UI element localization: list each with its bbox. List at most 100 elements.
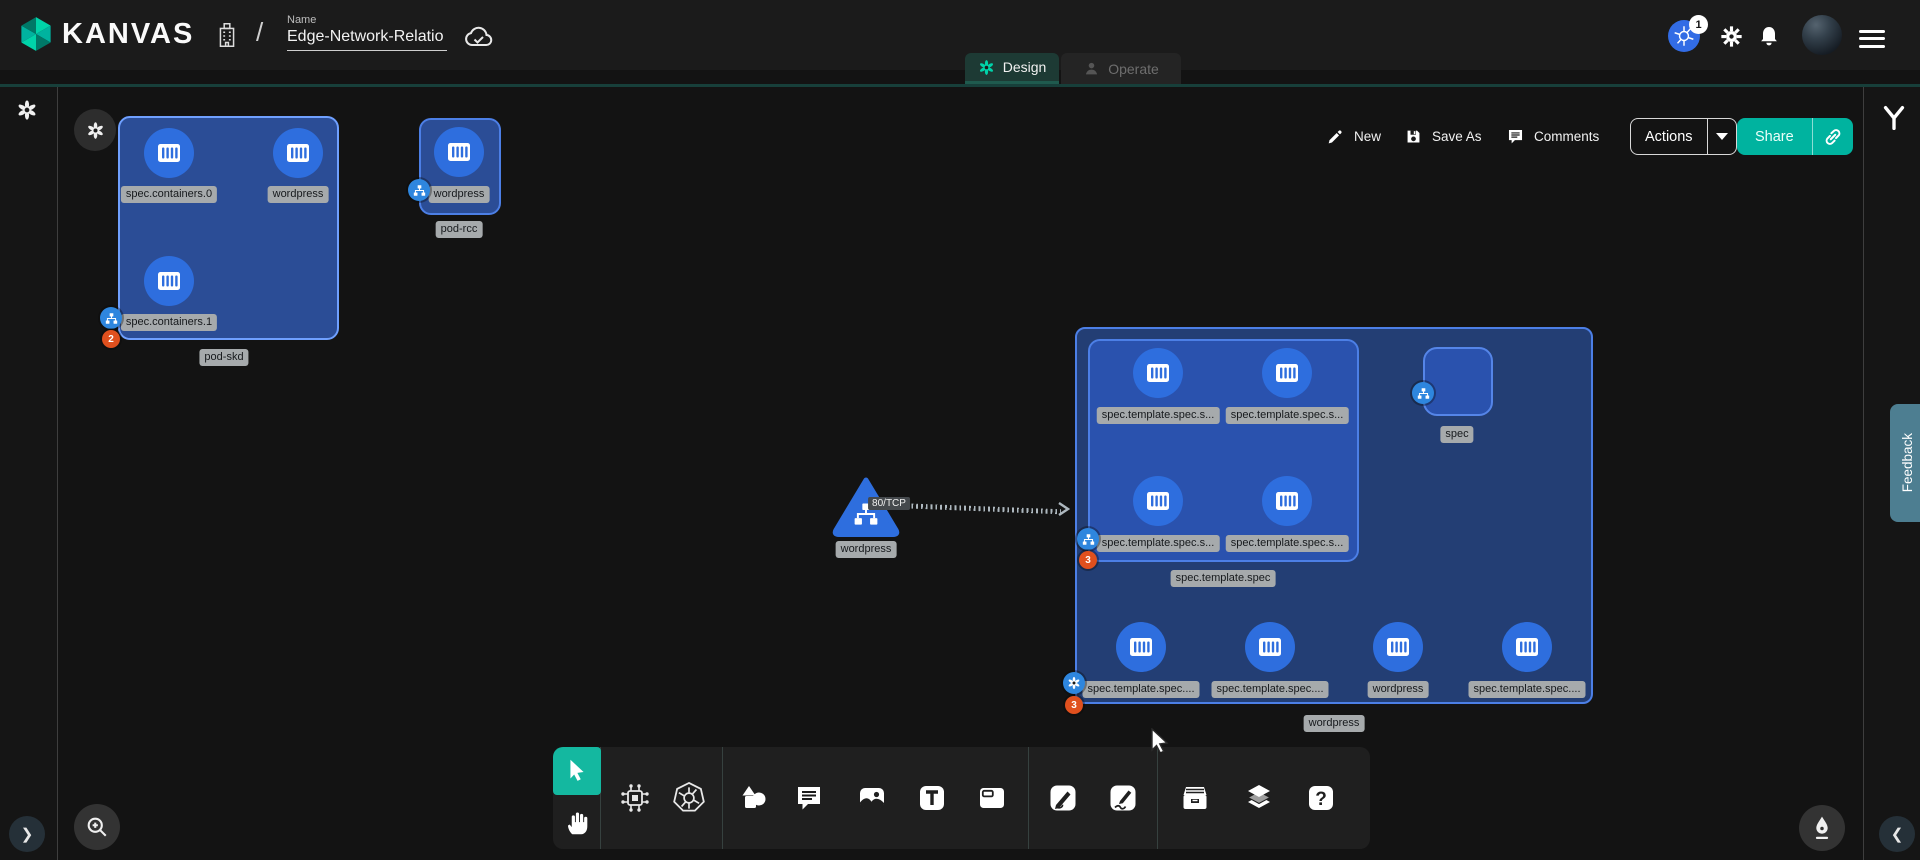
- tool-drawer[interactable]: [1178, 781, 1212, 815]
- node-label: spec.template.spec....: [1469, 681, 1586, 698]
- relationship-badge[interactable]: [1077, 528, 1099, 550]
- kanvas-logo-icon: [18, 16, 54, 52]
- expand-left-panel-button[interactable]: ❯: [9, 816, 45, 852]
- actions-label: Actions: [1631, 129, 1707, 145]
- hamburger-menu-icon[interactable]: [1859, 25, 1885, 52]
- toolbar-divider: [1157, 747, 1158, 849]
- tool-text[interactable]: [915, 781, 949, 815]
- organization-icon[interactable]: [212, 20, 242, 50]
- tool-note[interactable]: [975, 781, 1009, 815]
- container-icon: [282, 137, 314, 169]
- edge-label: 80/TCP: [868, 497, 910, 510]
- node-wordpress-container[interactable]: [273, 128, 323, 178]
- mode-tabs: Design Operate: [965, 53, 1181, 84]
- node-container[interactable]: [1133, 348, 1183, 398]
- tool-help[interactable]: [1304, 781, 1338, 815]
- save-as-button[interactable]: Save As: [1404, 120, 1482, 152]
- tab-design-label: Design: [1003, 59, 1047, 75]
- new-label: New: [1354, 129, 1381, 144]
- design-name-input[interactable]: Edge-Network-Relatio: [287, 28, 447, 51]
- node-container[interactable]: [1502, 622, 1552, 672]
- node-spec-containers-1[interactable]: [144, 256, 194, 306]
- tool-layers[interactable]: [1242, 781, 1276, 815]
- node-label: spec: [1440, 426, 1473, 443]
- app-title: KANVAS: [62, 18, 194, 51]
- shapes-icon: [737, 782, 769, 814]
- container-icon: [153, 137, 185, 169]
- drawer-archive-icon: [1179, 782, 1211, 814]
- node-label: spec.containers.0: [121, 186, 217, 203]
- meshery-badge[interactable]: [1063, 672, 1085, 694]
- node-label: wordpress: [429, 186, 490, 203]
- feedback-tab[interactable]: Feedback: [1890, 404, 1920, 522]
- comments-label: Comments: [1534, 129, 1599, 144]
- pen-tool-icon: [1047, 782, 1079, 814]
- node-container[interactable]: [1116, 622, 1166, 672]
- node-container[interactable]: [1245, 622, 1295, 672]
- tab-design[interactable]: Design: [965, 53, 1059, 84]
- relationship-badge[interactable]: [100, 307, 122, 329]
- expand-right-panel-button[interactable]: ❮: [1879, 816, 1915, 852]
- node-spec-containers-0[interactable]: [144, 128, 194, 178]
- group-spec-template-spec[interactable]: [1088, 339, 1359, 562]
- text-icon: [916, 782, 948, 814]
- error-count-badge[interactable]: 3: [1079, 551, 1097, 569]
- node-label: spec.template.spec.s...: [1226, 535, 1349, 552]
- image-icon: [856, 782, 888, 814]
- actions-split-button[interactable]: Actions: [1630, 118, 1737, 155]
- meshery-spiral-icon[interactable]: [16, 99, 38, 121]
- tool-kubernetes[interactable]: [672, 781, 706, 815]
- tool-components[interactable]: [618, 781, 652, 815]
- toolbar-divider: [722, 747, 723, 849]
- spiral-icon: [1067, 676, 1081, 690]
- pen-mode-button[interactable]: [1799, 805, 1845, 851]
- tab-operate[interactable]: Operate: [1061, 53, 1181, 84]
- container-icon: [1142, 485, 1174, 517]
- group-label: pod-skd: [199, 349, 248, 366]
- notifications-bell-icon[interactable]: [1757, 24, 1781, 48]
- comments-icon: [1506, 127, 1525, 146]
- node-wordpress-container[interactable]: [1373, 622, 1423, 672]
- copy-link-button[interactable]: [1812, 118, 1853, 155]
- new-button[interactable]: New: [1326, 120, 1381, 152]
- node-container[interactable]: [1262, 476, 1312, 526]
- node-spec[interactable]: [1423, 347, 1493, 416]
- node-label: spec.template.spec.s...: [1097, 407, 1220, 424]
- tool-shapes[interactable]: [736, 781, 770, 815]
- error-count-badge[interactable]: 2: [102, 330, 120, 348]
- link-icon: [1821, 125, 1845, 149]
- feedback-label: Feedback: [1900, 433, 1915, 492]
- design-spiral-icon: [978, 59, 995, 76]
- actions-dropdown-toggle[interactable]: [1707, 119, 1736, 154]
- container-icon: [1142, 357, 1174, 389]
- tool-pen[interactable]: [1046, 781, 1080, 815]
- new-pencil-icon: [1326, 127, 1345, 146]
- zoom-button[interactable]: [74, 804, 120, 850]
- y-branch-icon[interactable]: [1879, 103, 1909, 133]
- share-split-button[interactable]: Share: [1737, 118, 1853, 155]
- container-icon: [1254, 631, 1286, 663]
- error-count-badge[interactable]: 3: [1065, 696, 1083, 714]
- header: KANVAS / Name Edge-Network-Relatio 1: [0, 0, 1920, 70]
- relationship-badge[interactable]: [1412, 382, 1434, 404]
- help-question-icon: [1305, 782, 1337, 814]
- tool-pan[interactable]: [560, 806, 594, 840]
- edge-service-to-deployment[interactable]: [897, 503, 1061, 514]
- node-container[interactable]: [1133, 476, 1183, 526]
- user-avatar[interactable]: [1802, 15, 1842, 55]
- cursor-arrow-icon: [562, 756, 592, 786]
- left-rail: [0, 87, 58, 860]
- tool-freehand[interactable]: [1106, 781, 1140, 815]
- save-as-label: Save As: [1432, 129, 1482, 144]
- tool-image[interactable]: [855, 781, 889, 815]
- comments-button[interactable]: Comments: [1506, 120, 1599, 152]
- tool-select[interactable]: [553, 747, 601, 795]
- canvas-flower-button[interactable]: [74, 109, 116, 151]
- node-label: spec.template.spec.s...: [1097, 535, 1220, 552]
- container-icon: [1382, 631, 1414, 663]
- node-container[interactable]: [1262, 348, 1312, 398]
- relationship-badge[interactable]: [408, 179, 430, 201]
- tool-comment[interactable]: [792, 781, 826, 815]
- settings-gear-icon[interactable]: [1719, 24, 1744, 49]
- node-wordpress-container[interactable]: [434, 127, 484, 177]
